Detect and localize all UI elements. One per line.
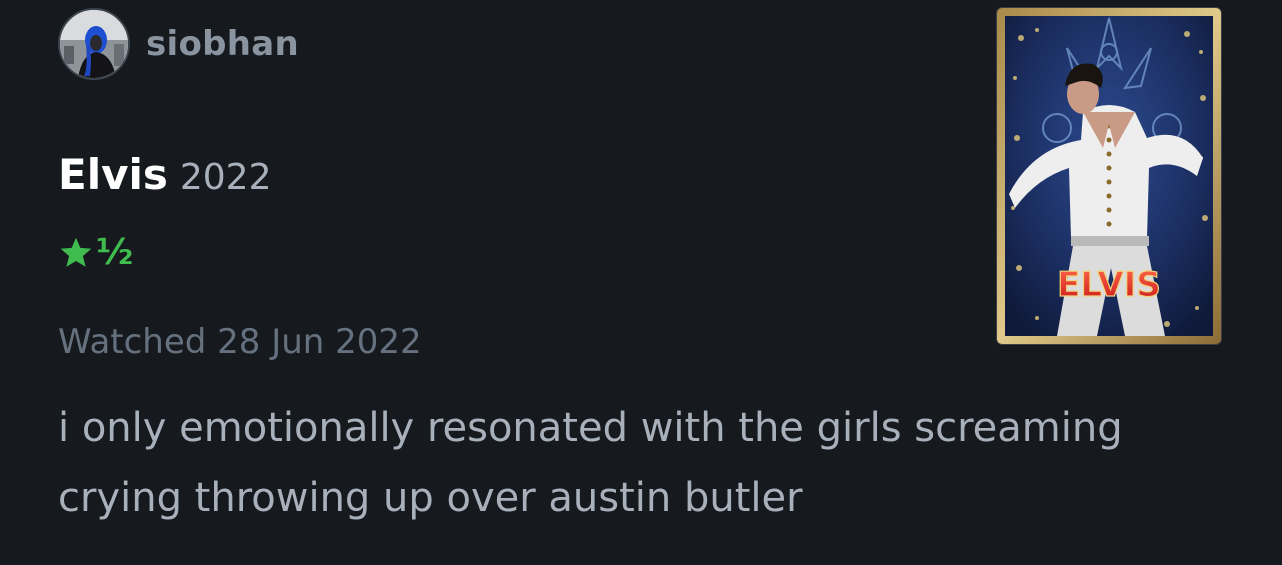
- star-rating: ½: [58, 235, 133, 271]
- poster-image: ELVIS: [997, 8, 1221, 344]
- film-title[interactable]: Elvis: [58, 150, 168, 199]
- film-year[interactable]: 2022: [180, 157, 272, 198]
- film-poster[interactable]: ELVIS: [996, 7, 1222, 345]
- half-star-glyph: ½: [96, 232, 134, 273]
- author-name[interactable]: siobhan: [146, 24, 299, 64]
- film-title-row[interactable]: Elvis 2022: [58, 150, 272, 199]
- avatar[interactable]: [58, 8, 130, 80]
- watched-date: Watched 28 Jun 2022: [58, 322, 422, 362]
- review-author[interactable]: siobhan: [58, 8, 299, 80]
- poster-title: ELVIS: [1057, 265, 1161, 305]
- review-body: i only emotionally resonated with the gi…: [58, 405, 1123, 521]
- review-card: siobhan Elvis 2022 ½ Watched 28 Jun 2022…: [0, 0, 1282, 565]
- profile-photo-icon: [60, 10, 128, 78]
- star-icon: [60, 237, 92, 267]
